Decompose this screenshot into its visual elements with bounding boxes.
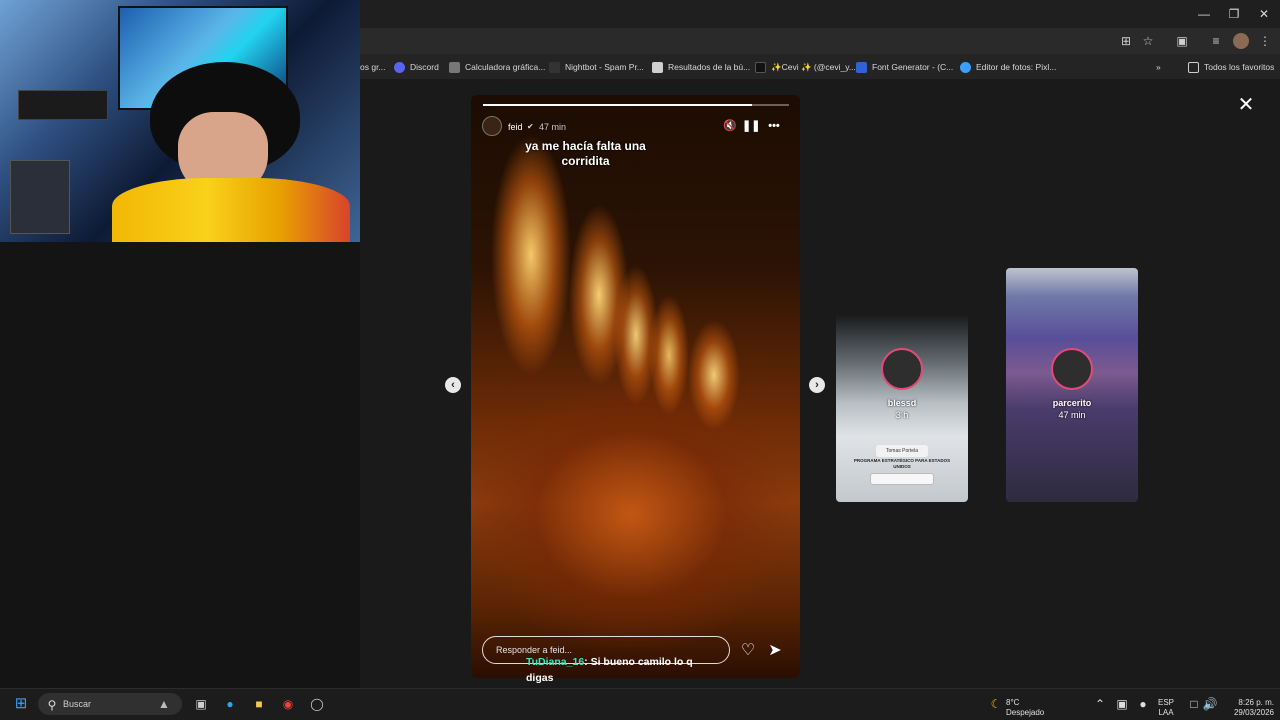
- bookmark-item[interactable]: Nightbot - Spam Pr...: [549, 60, 644, 74]
- windows-start-icon[interactable]: ⊞: [13, 696, 29, 712]
- profile-avatar-icon[interactable]: [1233, 33, 1249, 49]
- edge-icon[interactable]: ●: [222, 696, 238, 712]
- weather-moon-icon[interactable]: ☾: [988, 696, 1004, 712]
- more-options-icon[interactable]: •••: [765, 118, 783, 134]
- bookmark-item[interactable]: Calculadora gráfica...: [449, 60, 545, 74]
- story-preview[interactable]: blessd 3 h Tomas Portela PROGRAMA ESTRAT…: [836, 268, 968, 502]
- font-generator-icon: [856, 61, 867, 73]
- file-explorer-icon[interactable]: ■: [251, 696, 267, 712]
- next-story-button[interactable]: ›: [809, 377, 825, 393]
- bookmark-item[interactable]: Resultados de la bú...: [652, 60, 750, 74]
- language-code: ESP: [1158, 698, 1175, 707]
- chrome-icon[interactable]: ◉: [280, 696, 296, 712]
- microphone-icon[interactable]: ●: [1135, 696, 1151, 712]
- chat-text: digas: [526, 672, 554, 684]
- restore-icon[interactable]: ❐: [1220, 4, 1248, 24]
- task-view-icon[interactable]: ▣: [193, 696, 209, 712]
- volume-icon[interactable]: 🔊: [1202, 696, 1218, 712]
- chat-text: : Si bueno camilo lo q: [584, 656, 693, 668]
- keyboard-layout: LAA: [1158, 708, 1174, 717]
- story-time: 47 min: [539, 122, 567, 132]
- share-send-icon[interactable]: ➤: [765, 641, 785, 661]
- search-highlight-icon: ▲: [158, 697, 170, 711]
- pc-case: [10, 160, 70, 234]
- like-heart-icon[interactable]: ♡: [738, 641, 758, 661]
- webcam-overlay: [0, 0, 360, 242]
- story-caption-line: ya me hacía falta una: [525, 139, 646, 153]
- taskbar-search-placeholder: Buscar: [63, 699, 92, 709]
- tiktok-icon: [755, 61, 766, 73]
- bookmark-item[interactable]: os gr...: [360, 60, 386, 74]
- stream-chat-message: TuDiana_16: Si bueno camilo lo q digas: [526, 654, 736, 686]
- weather-desc: Despejado: [1006, 708, 1045, 717]
- monitor-box: [18, 90, 108, 120]
- menu-kebab-icon[interactable]: ⋮: [1257, 33, 1273, 49]
- bookmarks-overflow-button[interactable]: »: [1156, 60, 1161, 74]
- clock[interactable]: 8:26 p. m. 29/03/2026: [1224, 698, 1274, 718]
- story-progress-fill: [483, 104, 753, 106]
- pause-icon[interactable]: ❚❚: [742, 118, 760, 134]
- preview-card-box: [870, 473, 934, 485]
- bookmark-item[interactable]: Editor de fotos: Pixl...: [960, 60, 1056, 74]
- network-icon[interactable]: □: [1186, 696, 1202, 712]
- extensions-icon[interactable]: ▣: [1174, 33, 1190, 49]
- preview-avatar: [1051, 348, 1093, 390]
- preview-username: blessd: [887, 398, 917, 408]
- story-card[interactable]: feid ✔ 47 min 🔇 ❚❚ ••• ya me hacía falta…: [471, 95, 800, 678]
- document-icon: [652, 61, 663, 73]
- windows-taskbar: [0, 688, 1280, 720]
- weather-temp: 8°C: [1006, 698, 1020, 707]
- preview-card-text: PROGRAMA ESTRATÉGICO PARA ESTADOS UNIDOS: [853, 458, 951, 469]
- bookmark-item[interactable]: ✨Cevi ✨ (@cevi_y...: [755, 60, 856, 74]
- preview-avatar: [881, 348, 923, 390]
- bookmark-item[interactable]: Font Generator - (C...: [856, 60, 953, 74]
- close-viewer-button[interactable]: ✕: [1236, 95, 1256, 115]
- search-icon: ⚲: [47, 698, 57, 712]
- viewer-left-area: [0, 242, 360, 688]
- obs-icon[interactable]: ◯: [309, 696, 325, 712]
- discord-icon: [394, 61, 405, 73]
- mute-icon[interactable]: 🔇: [721, 118, 739, 134]
- story-progress-bar: [483, 104, 789, 106]
- verified-badge-icon: ✔: [527, 122, 534, 131]
- minimize-icon[interactable]: —: [1190, 4, 1218, 24]
- chat-username: TuDiana_16: [526, 656, 585, 668]
- nightbot-icon: [549, 61, 560, 73]
- preview-time: 47 min: [1058, 410, 1086, 420]
- tray-app-icon[interactable]: ▣: [1114, 696, 1130, 712]
- yellow-shirt: [112, 178, 350, 242]
- story-caption: ya me hacía falta una corridita: [471, 139, 700, 169]
- story-caption-line: corridita: [561, 154, 610, 168]
- bookmarks-bar: os gr... Discord Calculadora gráfica... …: [360, 54, 1280, 80]
- pixlr-icon: [960, 61, 971, 73]
- calculator-icon: [449, 61, 460, 73]
- clock-time: 8:26 p. m.: [1238, 698, 1274, 707]
- previous-story-button[interactable]: ‹: [445, 377, 461, 393]
- story-preview[interactable]: parcerito 47 min: [1006, 268, 1138, 502]
- bookmark-star-icon[interactable]: ☆: [1140, 33, 1156, 49]
- chevron-double-right-icon: »: [1156, 62, 1161, 72]
- clock-date: 29/03/2026: [1233, 708, 1274, 717]
- story-username[interactable]: feid: [508, 122, 523, 132]
- language-indicator[interactable]: ESP LAA: [1158, 698, 1174, 718]
- tray-overflow-icon[interactable]: ⌃: [1092, 696, 1108, 712]
- bookmark-item[interactable]: Discord: [394, 60, 439, 74]
- install-app-icon[interactable]: ⊞: [1118, 33, 1134, 49]
- preview-card-label: Tomas Portela: [876, 445, 928, 457]
- all-favorites-folder[interactable]: Todos los favoritos: [1188, 60, 1274, 74]
- preview-time: 3 h: [895, 410, 909, 420]
- media-control-icon[interactable]: ≡: [1208, 33, 1224, 49]
- preview-username: parcerito: [1052, 398, 1092, 408]
- close-window-icon[interactable]: ✕: [1250, 4, 1278, 24]
- story-avatar[interactable]: [482, 116, 502, 136]
- weather-widget[interactable]: 8°C Despejado: [1006, 698, 1044, 718]
- folder-icon: [1188, 61, 1199, 73]
